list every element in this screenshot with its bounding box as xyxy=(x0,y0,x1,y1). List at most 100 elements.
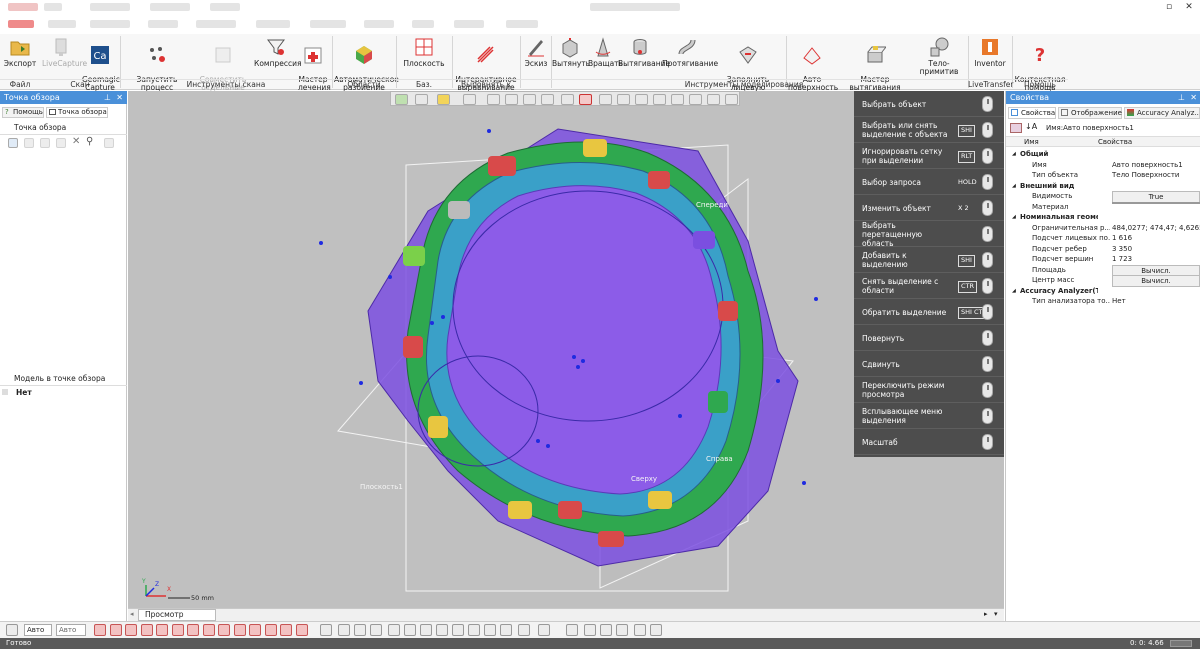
view-tool-icon[interactable] xyxy=(518,624,530,636)
view-tool-icon[interactable] xyxy=(468,624,480,636)
chevron-down-icon[interactable]: ▾ xyxy=(994,610,998,618)
close-icon[interactable]: ✕ xyxy=(1182,1,1196,13)
mouse-menu-item[interactable]: Всплывающее меню выделения xyxy=(854,403,1004,429)
sweep-button[interactable]: Вытягивание xyxy=(618,36,670,78)
selection-filter-icon[interactable] xyxy=(264,624,277,636)
view-tool-icon[interactable] xyxy=(338,624,350,636)
mouse-menu-item[interactable]: Добавить к выделению SHI xyxy=(854,247,1004,273)
view-tool-icon[interactable] xyxy=(320,624,332,636)
auto-segment-button[interactable]: Автоматическое разбиение xyxy=(334,36,399,92)
pin-icon[interactable]: ⊥ xyxy=(104,91,111,104)
selection-filter-icon[interactable] xyxy=(109,624,122,636)
tab-blurred[interactable] xyxy=(196,20,236,28)
view-tool-icon[interactable] xyxy=(650,624,662,636)
add-viewpoint-icon[interactable] xyxy=(8,138,18,148)
tab-display[interactable]: Отображение xyxy=(1058,107,1122,119)
tab-help[interactable]: ? Помощь xyxy=(2,107,44,118)
file-tab-blurred[interactable] xyxy=(8,20,34,28)
tab-blurred[interactable] xyxy=(412,20,434,28)
sketch-button[interactable]: Эскиз xyxy=(522,36,550,78)
start-scan-process-button[interactable]: Запустить процесс сканирования xyxy=(122,36,192,100)
view-tool-icon[interactable] xyxy=(538,624,550,636)
tab-blurred[interactable] xyxy=(48,20,76,28)
mouse-menu-item[interactable]: Выбор запроса HOLD xyxy=(854,169,1004,195)
tab-blurred[interactable] xyxy=(90,20,130,28)
tab-blurred[interactable] xyxy=(364,20,394,28)
view-tool-icon[interactable] xyxy=(370,624,382,636)
view-tool-icon[interactable] xyxy=(634,624,646,636)
property-category[interactable]: ◢ Accuracy Analyzer(TM) xyxy=(1006,286,1200,296)
view-tool-icon[interactable] xyxy=(420,624,432,636)
tab-properties[interactable]: Свойства xyxy=(1008,107,1056,119)
selection-filter-icon[interactable] xyxy=(187,624,199,636)
mouse-menu-item[interactable]: Масштаб xyxy=(854,429,1004,455)
selection-filter-icon[interactable] xyxy=(140,624,153,636)
mouse-menu-item[interactable]: Выбрать объект xyxy=(854,91,1004,117)
tab-viewpoint[interactable]: Точка обзора xyxy=(46,107,108,118)
auto-surface-button[interactable]: Авто поверхность xyxy=(788,36,838,92)
delete-icon[interactable]: ✕ xyxy=(72,136,80,147)
selection-filter-icon[interactable] xyxy=(295,624,308,636)
property-category[interactable]: ◢ Номинальная геометрия xyxy=(1006,212,1200,222)
zoom-icon[interactable]: ⚲ xyxy=(86,136,93,147)
interactive-align-button[interactable]: Интерактивное выравнивание xyxy=(454,36,518,92)
view-tool-icon[interactable] xyxy=(388,624,400,636)
export-button[interactable]: Экспорт xyxy=(2,36,38,78)
paste-viewpoint-icon[interactable] xyxy=(56,138,66,148)
view-tool-icon[interactable] xyxy=(500,624,512,636)
scroll-left-icon[interactable]: ◂ xyxy=(130,610,134,618)
sort-icon[interactable]: ↓A xyxy=(1025,122,1037,131)
view-tool-icon[interactable] xyxy=(600,624,612,636)
mouse-menu-item[interactable]: Повернуть xyxy=(854,325,1004,351)
inventor-button[interactable]: Inventor xyxy=(970,36,1010,78)
view-tool-icon[interactable] xyxy=(484,624,496,636)
view-tool-icon[interactable] xyxy=(354,624,366,636)
close-icon[interactable]: ✕ xyxy=(116,91,123,104)
revolve-button[interactable]: Вращать xyxy=(588,36,623,78)
plane-button[interactable]: Плоскость xyxy=(398,36,450,78)
selection-filter-icon[interactable] xyxy=(125,624,137,636)
expand-icon[interactable]: ◢ xyxy=(1012,286,1016,296)
tab-nav-icon[interactable]: ▸ xyxy=(984,610,988,618)
selection-filter-icon[interactable] xyxy=(218,624,230,636)
tab-blurred[interactable] xyxy=(148,20,178,28)
tab-blurred[interactable] xyxy=(454,20,484,28)
expand-icon[interactable]: ◢ xyxy=(1012,149,1016,159)
fill-face-button[interactable]: Заполнить лицевую поверхность xyxy=(712,36,784,100)
tab-accuracy-analyzer[interactable]: Accuracy Analyz... xyxy=(1124,107,1200,119)
tab-blurred[interactable] xyxy=(506,20,538,28)
close-icon[interactable]: ✕ xyxy=(1190,91,1197,104)
selection-filter-icon[interactable] xyxy=(249,624,261,636)
mouse-menu-item[interactable]: Переключить режим просмотра xyxy=(854,377,1004,403)
select-mode-icon[interactable] xyxy=(6,624,18,636)
mouse-menu-item[interactable]: Выбрать или снять выделение с объекта SHI xyxy=(854,117,1004,143)
tab-blurred[interactable] xyxy=(256,20,290,28)
material-swatch[interactable] xyxy=(1112,201,1200,204)
property-category[interactable]: ◢ Внешний вид xyxy=(1006,181,1200,191)
mouse-menu-item[interactable]: Сдвинуть xyxy=(854,351,1004,377)
mouse-menu-item[interactable]: Снять выделение с области CTR xyxy=(854,273,1004,299)
update-viewpoint-icon[interactable] xyxy=(24,138,34,148)
livecapture-button[interactable]: LiveCapture xyxy=(42,36,87,78)
view-tool-icon[interactable] xyxy=(404,624,416,636)
extrude-button[interactable]: Вытянуть xyxy=(552,36,590,78)
pin-icon[interactable]: ⊥ xyxy=(1178,91,1185,104)
healing-wizard-button[interactable]: Мастер лечения xyxy=(298,36,331,92)
mouse-menu-item[interactable]: Игнорировать сетку при выделении RLT xyxy=(854,143,1004,169)
geomagic-capture-button[interactable]: Ca Geomagic Capture xyxy=(82,36,120,92)
view-tool-icon[interactable] xyxy=(584,624,596,636)
view-tool-icon[interactable] xyxy=(566,624,578,636)
filter-combo-2[interactable]: Авто xyxy=(56,624,86,636)
selection-filter-icon[interactable] xyxy=(171,624,184,636)
filter-combo-1[interactable]: Авто xyxy=(24,624,52,636)
expand-icon[interactable]: ◢ xyxy=(1012,181,1016,191)
tab-blurred[interactable] xyxy=(310,20,346,28)
view-tool-icon[interactable] xyxy=(436,624,448,636)
copy-viewpoint-icon[interactable] xyxy=(40,138,50,148)
tab-model-view[interactable]: Просмотр модели xyxy=(138,609,216,629)
hand-icon[interactable] xyxy=(104,138,114,148)
selection-filter-icon[interactable] xyxy=(94,624,106,636)
view-tool-icon[interactable] xyxy=(616,624,628,636)
view-tool-icon[interactable] xyxy=(452,624,464,636)
restore-icon[interactable]: ▫ xyxy=(1162,1,1176,13)
